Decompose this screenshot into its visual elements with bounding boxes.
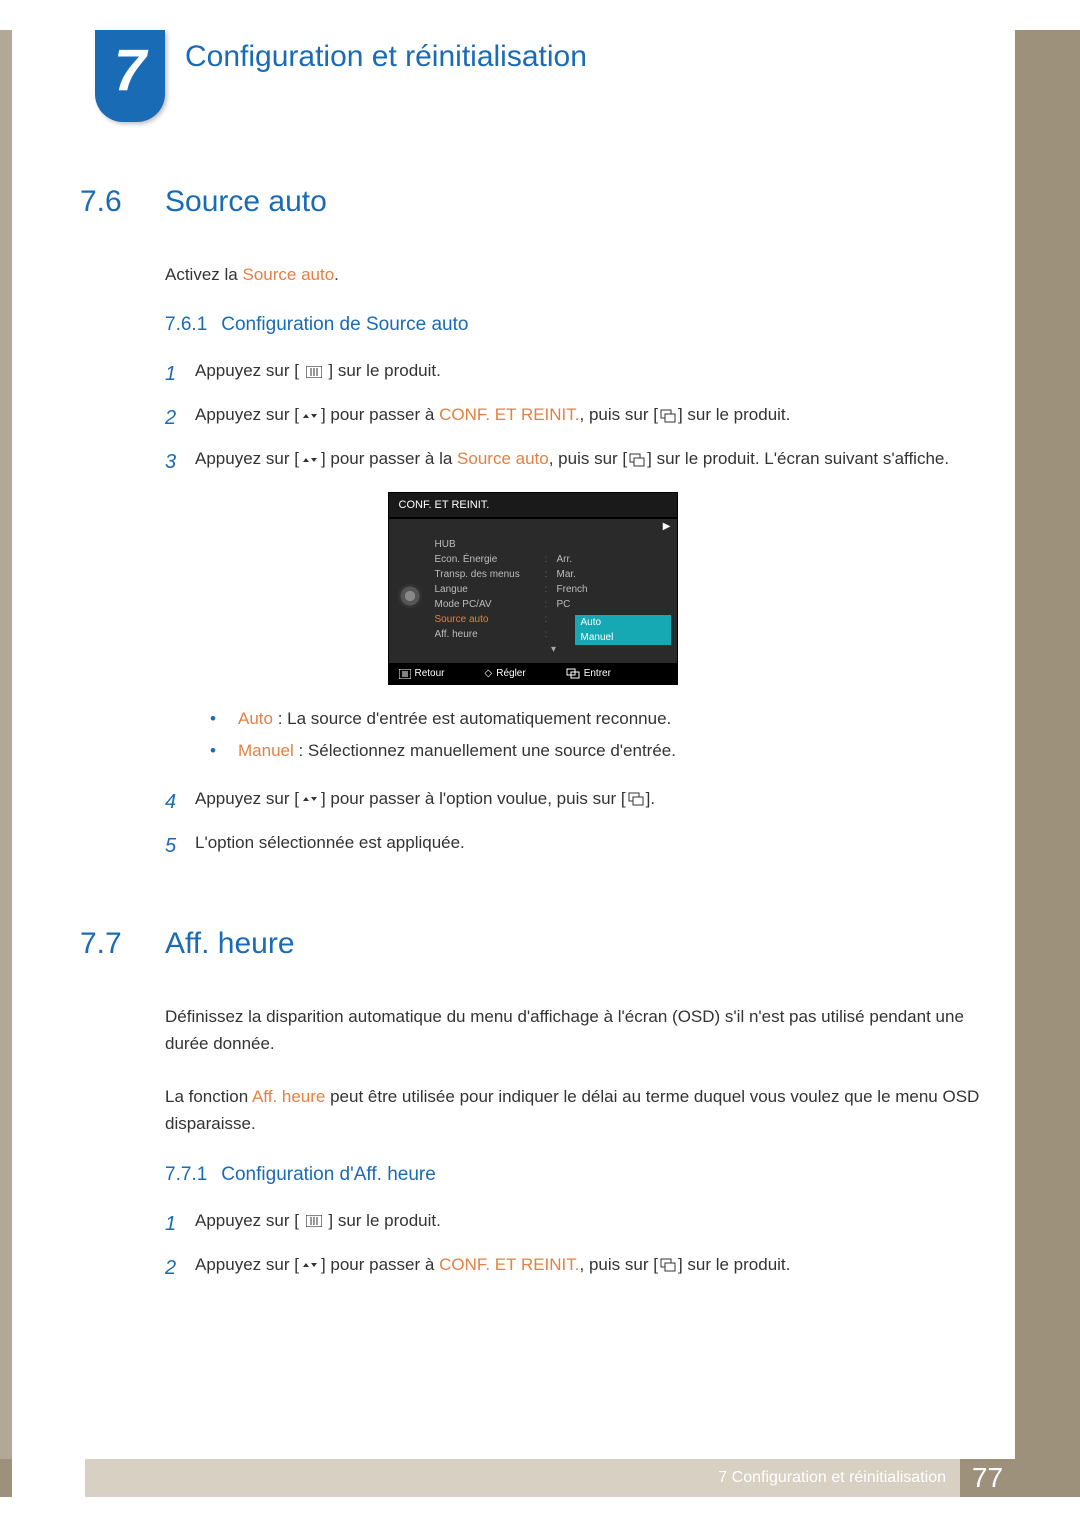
subsection-title: Configuration de Source auto <box>221 314 468 335</box>
bullet-auto: • Auto : La source d'entrée est automati… <box>210 703 985 735</box>
enter-icon <box>660 1258 676 1272</box>
osd-arrow-right-icon: ▶ <box>389 519 677 533</box>
step-number: 4 <box>165 784 195 820</box>
term-manuel: Manuel <box>238 741 294 760</box>
up-down-icon <box>301 792 319 806</box>
enter-icon <box>629 453 645 467</box>
section-7-6-heading: 7.6 Source auto <box>80 185 985 219</box>
section-7-6-intro: Activez la Source auto. <box>165 261 985 288</box>
step-1: 1 Appuyez sur [ ] sur le produit. <box>165 356 985 392</box>
osd-option-auto: Auto <box>575 615 671 630</box>
term-source-auto: Source auto <box>457 449 549 468</box>
chapter-title: Configuration et réinitialisation <box>185 40 587 74</box>
term-auto: Auto <box>238 709 273 728</box>
up-down-icon <box>301 1258 319 1272</box>
step-2: 2 Appuyez sur [] pour passer à CONF. ET … <box>165 400 985 436</box>
osd-row-langue: Langue:French <box>431 582 677 597</box>
osd-option-manuel: Manuel <box>575 630 671 645</box>
term-conf-reinit: CONF. ET REINIT. <box>439 405 579 424</box>
subsection-number: 7.6.1 <box>165 314 207 335</box>
menu-icon <box>306 1215 322 1227</box>
step-number: 3 <box>165 444 195 480</box>
osd-row-transp: Transp. des menus:Mar. <box>431 567 677 582</box>
section-7-7-p2: La fonction Aff. heure peut être utilisé… <box>165 1083 985 1137</box>
section-7-7-p1: Définissez la disparition automatique du… <box>165 1003 985 1057</box>
section-7-7-heading: 7.7 Aff. heure <box>80 927 985 961</box>
bullet-icon: • <box>210 735 238 767</box>
enter-icon <box>660 409 676 423</box>
osd-row-econ: Econ. Énergie:Arr. <box>431 552 677 567</box>
bullet-manuel: • Manuel : Sélectionnez manuellement une… <box>210 735 985 767</box>
osd-footer: Retour ◇ Régler Entrer <box>389 663 677 684</box>
chapter-number-badge: 7 <box>95 30 165 122</box>
term-aff-heure: Aff. heure <box>252 1087 325 1106</box>
enter-icon <box>628 792 644 806</box>
section-number: 7.7 <box>80 927 165 961</box>
osd-enter-icon: Entrer <box>566 668 611 679</box>
osd-title: CONF. ET REINIT. <box>389 493 677 517</box>
osd-dropdown: Auto Manuel <box>575 615 671 645</box>
section-title: Source auto <box>165 185 327 219</box>
osd-back-icon: Retour <box>399 668 445 679</box>
step-4: 4 Appuyez sur [] pour passer à l'option … <box>165 784 985 820</box>
step-number: 1 <box>165 1206 195 1242</box>
page-number: 77 <box>960 1459 1015 1497</box>
subsection-number: 7.7.1 <box>165 1164 207 1185</box>
step-5: 5 L'option sélectionnée est appliquée. <box>165 828 985 864</box>
right-stripe <box>1015 30 1080 1497</box>
step-2: 2 Appuyez sur [] pour passer à CONF. ET … <box>165 1250 985 1286</box>
osd-adjust-icon: ◇ Régler <box>485 668 526 679</box>
step-number: 2 <box>165 400 195 436</box>
menu-icon <box>306 366 322 378</box>
term-conf-reinit: CONF. ET REINIT. <box>439 1255 579 1274</box>
subsection-7-7-1-heading: 7.7.1 Configuration d'Aff. heure <box>165 1164 985 1186</box>
subsection-title: Configuration d'Aff. heure <box>221 1164 436 1185</box>
osd-preview: CONF. ET REINIT. ▶ HUB Econ. Énergie:Arr… <box>388 492 678 685</box>
gear-icon <box>398 584 422 608</box>
subsection-7-6-1-heading: 7.6.1 Configuration de Source auto <box>165 314 985 336</box>
footer-chapter-label: 7 Configuration et réinitialisation <box>718 1469 946 1487</box>
left-stripe <box>0 30 12 1497</box>
up-down-icon <box>301 453 319 467</box>
step-number: 1 <box>165 356 195 392</box>
left-stripe-accent <box>0 1459 12 1497</box>
osd-row-mode: Mode PC/AV:PC <box>431 597 677 612</box>
term-source-auto: Source auto <box>242 265 334 284</box>
step-1: 1 Appuyez sur [ ] sur le produit. <box>165 1206 985 1242</box>
bullet-icon: • <box>210 703 238 735</box>
section-title: Aff. heure <box>165 927 295 961</box>
section-number: 7.6 <box>80 185 165 219</box>
step-3: 3 Appuyez sur [] pour passer à la Source… <box>165 444 985 480</box>
osd-row-hub: HUB <box>431 537 677 552</box>
page-footer: 7 Configuration et réinitialisation 77 <box>85 1459 1015 1497</box>
step-number: 2 <box>165 1250 195 1286</box>
up-down-icon <box>301 409 319 423</box>
step-number: 5 <box>165 828 195 864</box>
